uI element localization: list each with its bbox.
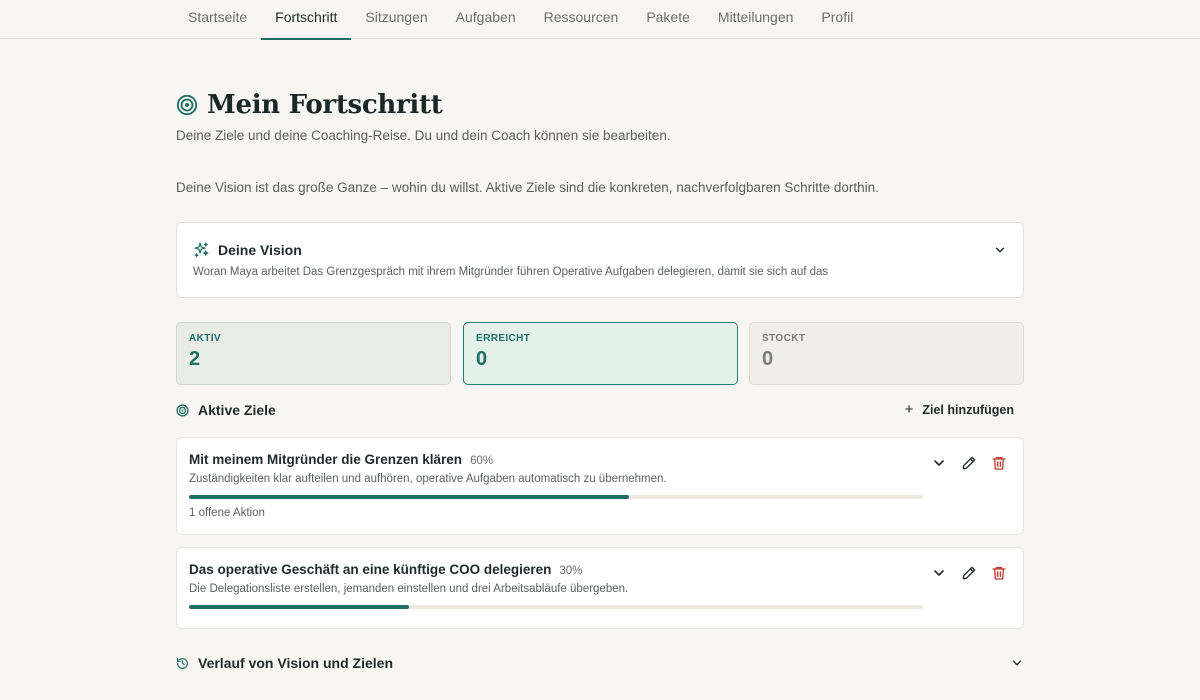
- stat-erreicht: ERREICHT 0: [463, 322, 738, 385]
- page-intro: Deine Vision ist das große Ganze – wohin…: [176, 180, 879, 195]
- tab-profil[interactable]: Profil: [807, 0, 867, 39]
- target-icon: [176, 94, 198, 116]
- chevron-down-icon[interactable]: [993, 243, 1007, 257]
- goal-title: Mit meinem Mitgründer die Grenzen klären: [189, 452, 463, 467]
- nav-tabs: Startseite Fortschritt Sitzungen Aufgabe…: [174, 0, 867, 40]
- stat-stockt-value: 0: [762, 348, 774, 370]
- page-heading: Mein Fortschritt: [207, 90, 443, 120]
- stat-aktiv-label: AKTIV: [189, 333, 221, 344]
- goal-actions: [917, 455, 1007, 471]
- tab-aufgaben[interactable]: Aufgaben: [442, 0, 530, 39]
- goal-progress-fill: [189, 495, 630, 499]
- page-title: Mein Fortschritt: [176, 88, 443, 122]
- page-subtitle: Deine Ziele und deine Coaching-Reise. Du…: [176, 128, 671, 143]
- history-section[interactable]: Verlauf von Vision und Zielen: [176, 654, 1024, 674]
- plus-icon: +: [904, 401, 914, 418]
- tab-sitzungen[interactable]: Sitzungen: [351, 0, 441, 39]
- goal-card[interactable]: Das operative Geschäft an eine künftige …: [176, 547, 1024, 629]
- goal-title-row: Mit meinem Mitgründer die Grenzen klären…: [189, 452, 493, 467]
- tab-ressourcen[interactable]: Ressourcen: [530, 0, 633, 39]
- active-goals-title: Aktive Ziele: [198, 402, 276, 418]
- pencil-icon[interactable]: [961, 565, 977, 581]
- stat-stockt-label: STOCKT: [762, 333, 806, 344]
- chevron-down-icon[interactable]: [931, 455, 947, 471]
- stat-erreicht-value: 0: [476, 348, 488, 370]
- goal-progress-bar: [189, 605, 923, 609]
- history-header: Verlauf von Vision und Zielen: [176, 655, 393, 671]
- goal-title: Das operative Geschäft an eine künftige …: [189, 562, 552, 577]
- sparkles-icon: [194, 242, 209, 258]
- vision-title: Deine Vision: [218, 241, 302, 258]
- history-icon: [177, 657, 188, 669]
- chevron-down-icon[interactable]: [931, 565, 947, 581]
- goal-progress-bar: [189, 495, 923, 499]
- add-goal-button[interactable]: + Ziel hinzufügen: [905, 402, 1014, 417]
- stat-aktiv-value: 2: [189, 348, 201, 370]
- goal-percent: 60%: [470, 455, 494, 467]
- tab-startseite[interactable]: Startseite: [174, 0, 261, 39]
- goal-description: Die Delegationsliste erstellen, jemanden…: [189, 583, 629, 595]
- add-goal-label: Ziel hinzufügen: [922, 402, 1014, 417]
- pencil-icon[interactable]: [961, 455, 977, 471]
- goal-progress-fill: [189, 605, 410, 609]
- tab-mitteilungen[interactable]: Mitteilungen: [704, 0, 808, 39]
- goal-open-actions: 1 offene Aktion: [189, 507, 265, 519]
- stat-erreicht-label: ERREICHT: [476, 333, 531, 344]
- history-title: Verlauf von Vision und Zielen: [198, 655, 394, 671]
- goal-title-row: Das operative Geschäft an eine künftige …: [189, 562, 582, 577]
- goal-actions: [917, 565, 1007, 581]
- tab-pakete[interactable]: Pakete: [632, 0, 704, 39]
- target-icon: [176, 403, 189, 417]
- trash-icon[interactable]: [991, 455, 1007, 471]
- vision-card[interactable]: Deine Vision Woran Maya arbeitet Das Gre…: [176, 222, 1024, 298]
- tab-fortschritt[interactable]: Fortschritt: [261, 0, 352, 40]
- goal-card[interactable]: Mit meinem Mitgründer die Grenzen klären…: [176, 437, 1024, 535]
- top-navigation: Startseite Fortschritt Sitzungen Aufgabe…: [0, 0, 1200, 40]
- chevron-down-icon[interactable]: [1010, 656, 1024, 670]
- goal-description: Zuständigkeiten klar aufteilen und aufhö…: [189, 473, 667, 485]
- trash-icon[interactable]: [991, 565, 1007, 581]
- stat-stockt: STOCKT 0: [749, 322, 1024, 385]
- stat-aktiv: AKTIV 2: [176, 322, 451, 385]
- goal-percent: 30%: [559, 565, 583, 577]
- active-goals-header: Aktive Ziele: [176, 402, 276, 418]
- vision-header: Deine Vision: [193, 241, 302, 258]
- vision-text: Woran Maya arbeitet Das Grenzgespräch mi…: [193, 266, 829, 278]
